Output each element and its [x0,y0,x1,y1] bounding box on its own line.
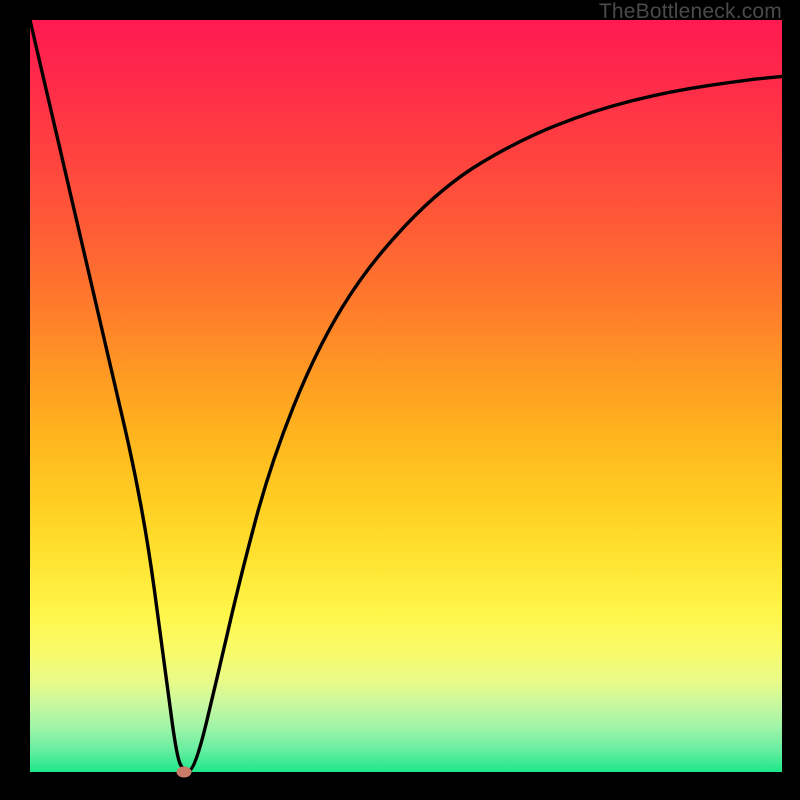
line-series [30,20,782,772]
bottleneck-curve-path [30,20,782,770]
minimum-marker [177,767,192,778]
plot-area [30,20,782,772]
chart-frame: TheBottleneck.com [0,0,800,800]
watermark-text: TheBottleneck.com [599,0,782,24]
